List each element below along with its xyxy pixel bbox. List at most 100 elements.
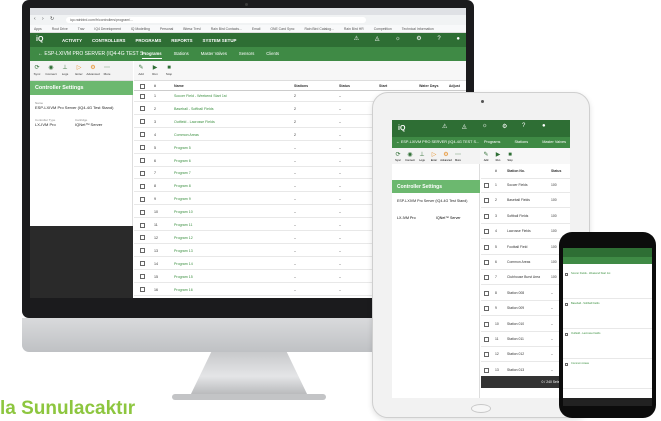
toolbar-add-button[interactable]: ✎ Add — [134, 64, 148, 76]
phone-list-item[interactable]: Baseball - Softball Fields — [563, 300, 652, 329]
tab-clients[interactable]: Clients — [266, 51, 279, 56]
row-checkbox[interactable] — [140, 93, 145, 99]
row-checkbox[interactable] — [140, 196, 145, 202]
ipad-table-row[interactable]: 3 Softball Fields 100 — [481, 209, 570, 224]
toolbar-sync-button[interactable]: ⟳ Sync — [30, 64, 44, 76]
ipad-column-header[interactable]: Status — [551, 169, 561, 173]
menu-item-controllers[interactable]: CONTROLLERS — [92, 38, 125, 43]
bookmark-item[interactable]: IQ Modelling — [131, 27, 150, 31]
phone-list-item[interactable]: Common Areas — [563, 360, 652, 389]
bookmark-item[interactable]: Apps — [34, 27, 42, 31]
bookmark-item[interactable]: Competition — [374, 27, 392, 31]
ipad-row-checkbox[interactable] — [484, 229, 489, 235]
program-name-link[interactable]: Program 7 — [174, 171, 191, 175]
row-checkbox[interactable] — [140, 261, 145, 267]
bookmark-item[interactable]: Rout Drive — [52, 27, 68, 31]
ipad-row-checkbox[interactable] — [484, 275, 489, 281]
ipad-tab-master-valves[interactable]: Master Valves — [542, 140, 566, 144]
ipad-column-header[interactable]: Station No. — [507, 169, 525, 173]
program-name-link[interactable]: Program 9 — [174, 197, 191, 201]
ipad-user-icon[interactable]: ● — [542, 123, 546, 129]
ipad-toolbar-more-button[interactable]: ⋯ More — [452, 151, 464, 162]
ipad-table-row[interactable]: 10 Station 010 – — [481, 317, 570, 332]
menu-item-system-setup[interactable]: SYSTEM SETUP — [203, 38, 237, 43]
column-header[interactable]: Stations — [294, 84, 308, 88]
phone-program-name[interactable]: Outfield - Lacrosse Fields — [571, 332, 600, 335]
program-name-link[interactable]: Outfield - Lacrosse Fields — [174, 120, 215, 124]
ipad-settings-icon[interactable]: ⚙ — [502, 123, 507, 130]
water-icon[interactable]: ◬ — [375, 36, 380, 42]
alert-icon[interactable]: ⚠ — [354, 36, 359, 42]
bookmark-item[interactable]: Rain Bird HR — [344, 27, 364, 31]
menu-item-programs[interactable]: PROGRAMS — [135, 38, 161, 43]
ipad-tab-programs[interactable]: Programs — [484, 140, 500, 144]
ipad-table-row[interactable]: 5 Football Field 100 — [481, 240, 570, 255]
column-header[interactable]: Water Days — [419, 84, 438, 88]
program-name-link[interactable]: Baseball - Softball Fields — [174, 107, 214, 111]
phone-row-checkbox[interactable] — [565, 363, 568, 366]
ipad-water-icon[interactable]: ◬ — [462, 123, 467, 130]
ipad-row-checkbox[interactable] — [484, 213, 489, 219]
bookmark-item[interactable]: Technical Information — [402, 27, 434, 31]
ipad-toolbar-add-button[interactable]: ✎ Add — [480, 151, 492, 162]
browser-tab-bar[interactable] — [30, 8, 466, 15]
row-checkbox[interactable] — [140, 235, 145, 241]
program-name-link[interactable]: Program 12 — [174, 236, 193, 240]
program-name-link[interactable]: Program 14 — [174, 262, 193, 266]
tab-programs[interactable]: Programs — [142, 51, 162, 59]
column-header[interactable]: Start — [379, 84, 387, 88]
column-header[interactable]: Name — [174, 84, 184, 88]
ipad-row-checkbox[interactable] — [484, 306, 489, 312]
ipad-table-row[interactable]: 8 Station 008 – — [481, 286, 570, 301]
row-checkbox[interactable] — [140, 209, 145, 215]
program-name-link[interactable]: Program 13 — [174, 249, 193, 253]
toolbar-logs-button[interactable]: ⊥ Logs — [58, 64, 72, 76]
ipad-column-header[interactable]: # — [495, 169, 497, 173]
program-name-link[interactable]: Common Areas — [174, 133, 199, 137]
ipad-toolbar-sync-button[interactable]: ⟳ Sync — [392, 151, 404, 162]
phone-program-name[interactable]: Common Areas — [571, 362, 589, 365]
ipad-row-checkbox[interactable] — [484, 244, 489, 250]
ipad-table-row[interactable]: 7 Clubhouse Burst Area 100 — [481, 270, 570, 286]
ipad-table-row[interactable]: 4 Lacrosse Fields 100 — [481, 224, 570, 240]
row-checkbox[interactable] — [140, 183, 145, 189]
column-header[interactable]: Status — [339, 84, 350, 88]
program-name-link[interactable]: Program 5 — [174, 146, 191, 150]
ipad-row-checkbox[interactable] — [484, 337, 489, 342]
phone-row-checkbox[interactable] — [565, 333, 568, 336]
ipad-row-checkbox[interactable] — [484, 321, 489, 327]
phone-program-name[interactable]: Baseball - Softball Fields — [571, 302, 600, 305]
row-checkbox[interactable] — [140, 170, 145, 176]
toolbar-stop-button[interactable]: ■ Stop — [162, 64, 176, 76]
row-checkbox[interactable] — [140, 119, 145, 125]
select-all-checkbox[interactable] — [140, 83, 145, 89]
help-icon[interactable]: ? — [437, 36, 440, 42]
ipad-weather-icon[interactable]: ☼ — [482, 123, 488, 129]
toolbar-advanced-button[interactable]: ⚙ Advanced — [86, 64, 100, 76]
app-logo[interactable]: iQ — [36, 36, 43, 43]
ipad-alert-icon[interactable]: ⚠ — [442, 123, 447, 130]
program-name-link[interactable]: Program 6 — [174, 159, 191, 163]
toolbar-more-button[interactable]: ⋯ More — [100, 64, 114, 76]
back-icon[interactable]: ‹ — [34, 16, 36, 22]
ipad-toolbar-connect-button[interactable]: ◉ Connect — [404, 151, 416, 162]
user-icon[interactable]: ● — [456, 36, 460, 42]
phone-row-checkbox[interactable] — [565, 303, 568, 306]
program-name-link[interactable]: Soccer Field - Weekend Start 1st — [174, 94, 227, 98]
phone-program-name[interactable]: Soccer Fields - Weekend Start 1st — [571, 272, 610, 275]
menu-item-activity[interactable]: ACTIVITY — [62, 38, 82, 43]
ipad-row-checkbox[interactable] — [484, 198, 489, 204]
ipad-row-checkbox[interactable] — [484, 183, 489, 188]
phone-list-item[interactable]: Outfield - Lacrosse Fields — [563, 330, 652, 359]
ipad-help-icon[interactable]: ? — [522, 123, 525, 129]
row-checkbox[interactable] — [140, 106, 145, 112]
tab-sensors[interactable]: Sensors — [239, 51, 254, 56]
phone-row-checkbox[interactable] — [565, 273, 568, 276]
phone-list-item[interactable]: Soccer Fields - Weekend Start 1st — [563, 270, 652, 299]
column-header[interactable]: Adjust — [449, 84, 460, 88]
row-checkbox[interactable] — [140, 132, 145, 138]
row-checkbox[interactable] — [140, 158, 145, 163]
ipad-table-row[interactable]: 9 Station 009 – — [481, 301, 570, 317]
url-input[interactable]: iqo.rainbird.com/fr/controllers/program/… — [66, 17, 366, 23]
row-checkbox[interactable] — [140, 274, 145, 280]
